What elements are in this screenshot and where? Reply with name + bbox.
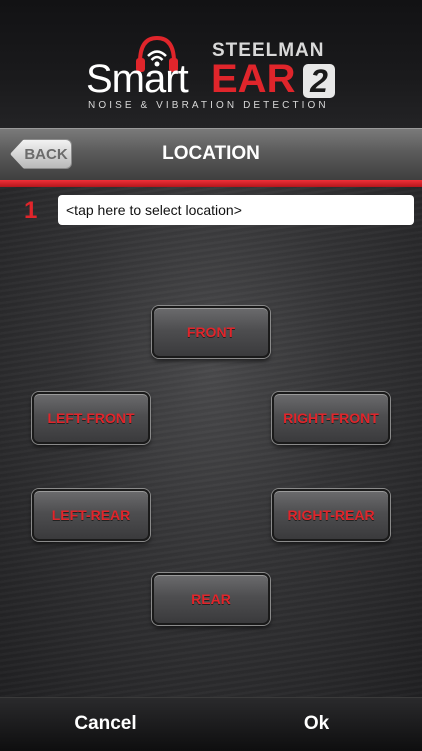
brand-product-main: EAR: [211, 57, 296, 101]
front-button[interactable]: FRONT: [152, 306, 270, 358]
brand-product-prefix: Smart: [86, 57, 189, 101]
right-rear-button[interactable]: RIGHT-REAR: [272, 489, 390, 541]
cancel-button[interactable]: Cancel: [0, 697, 211, 750]
right-front-button[interactable]: RIGHT-FRONT: [272, 392, 390, 444]
left-front-button[interactable]: LEFT-FRONT: [32, 392, 150, 444]
ok-button[interactable]: Ok: [211, 697, 422, 750]
left-rear-button[interactable]: LEFT-REAR: [32, 489, 150, 541]
rear-button[interactable]: REAR: [152, 573, 270, 625]
brand-tagline: NOISE & VIBRATION DETECTION: [88, 100, 329, 111]
brand-version-badge: 2: [303, 64, 335, 98]
location-select-field[interactable]: <tap here to select location>: [58, 195, 414, 225]
accent-stripe: [0, 180, 422, 187]
location-number: 1: [24, 197, 38, 224]
